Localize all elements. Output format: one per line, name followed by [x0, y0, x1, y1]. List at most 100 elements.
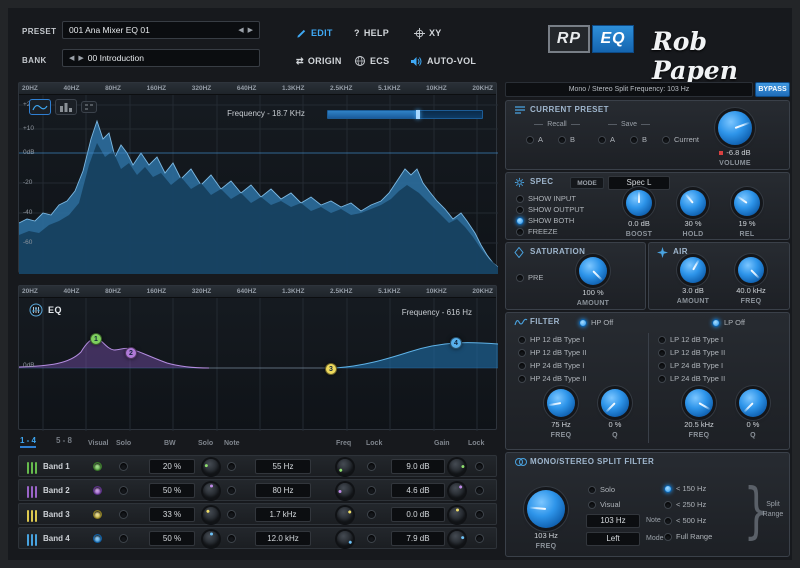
band-bw-knob[interactable] — [203, 483, 219, 499]
bank-next-button[interactable]: ▶ — [78, 54, 83, 62]
show-input-radio[interactable]: SHOW INPUT — [516, 194, 576, 203]
band-gain-lock-toggle[interactable] — [475, 486, 484, 495]
bank-selector[interactable]: ◀ ▶ 00 Introduction — [62, 49, 260, 67]
origin-button[interactable]: ⇄ ORIGIN — [296, 54, 342, 68]
split-freq-knob[interactable] — [527, 490, 565, 528]
air-amount-knob[interactable] — [680, 257, 706, 283]
lp-off-radio[interactable]: LP Off — [712, 318, 745, 327]
eq-node-4[interactable]: 4 — [450, 337, 462, 349]
band-gain-knob[interactable] — [449, 483, 465, 499]
hp-24-type1-radio[interactable]: HP 24 dB Type I — [518, 361, 584, 370]
lp-freq-knob[interactable] — [685, 389, 713, 417]
band-solo-toggle[interactable] — [119, 486, 128, 495]
eq-node-3[interactable]: 3 — [325, 363, 337, 375]
ecs-button[interactable]: ECS — [354, 54, 389, 68]
band-note-toggle[interactable] — [227, 510, 236, 519]
band-gain-lock-toggle[interactable] — [475, 510, 484, 519]
eq-node-1[interactable]: 1 — [90, 333, 102, 345]
band-freq-value[interactable]: 1.7 kHz — [255, 507, 311, 522]
band-note-toggle[interactable] — [227, 486, 236, 495]
hp-12-type2-radio[interactable]: HP 12 dB Type II — [518, 348, 586, 357]
show-output-radio[interactable]: SHOW OUTPUT — [516, 205, 584, 214]
preset-selector[interactable]: 001 Ana Mixer EQ 01 ◀ ▶ — [62, 21, 260, 39]
slider-thumb[interactable] — [415, 110, 420, 119]
analyzer-curve-mode-button[interactable] — [29, 99, 51, 115]
range-250-radio[interactable]: < 250 Hz — [664, 500, 706, 509]
band-visual-toggle[interactable] — [93, 534, 102, 543]
eq-node-2[interactable]: 2 — [125, 347, 137, 359]
pre-radio[interactable]: PRE — [516, 273, 543, 282]
hp-24-type2-radio[interactable]: HP 24 dB Type II — [518, 374, 586, 383]
band-freq-value[interactable]: 55 Hz — [255, 459, 311, 474]
band-freq-lock-toggle[interactable] — [367, 534, 376, 543]
range-500-radio[interactable]: < 500 Hz — [664, 516, 706, 525]
auto-vol-button[interactable]: AUTO-VOL — [410, 54, 476, 68]
lp-24-type2-radio[interactable]: LP 24 dB Type II — [658, 374, 725, 383]
xy-button[interactable]: XY — [414, 26, 442, 40]
band-gain-lock-toggle[interactable] — [475, 534, 484, 543]
band-freq-lock-toggle[interactable] — [367, 462, 376, 471]
band-visual-toggle[interactable] — [93, 510, 102, 519]
band-freq-value[interactable]: 80 Hz — [255, 483, 311, 498]
save-a-radio[interactable]: A — [598, 135, 615, 144]
split-note-value[interactable]: 103 Hz — [586, 514, 640, 528]
band-gain-value[interactable]: 4.6 dB — [391, 483, 445, 498]
band-gain-knob[interactable] — [449, 531, 465, 547]
range-full-radio[interactable]: Full Range — [664, 532, 712, 541]
preset-prev-button[interactable]: ◀ — [238, 26, 243, 34]
lp-12-type1-radio[interactable]: LP 12 dB Type I — [658, 335, 723, 344]
band-freq-value[interactable]: 12.0 kHz — [255, 531, 311, 546]
saturation-amount-knob[interactable] — [579, 257, 607, 285]
band-freq-knob[interactable] — [337, 483, 353, 499]
tab-bands-5-8[interactable]: 5 - 8 — [56, 436, 72, 445]
show-both-radio[interactable]: SHOW BOTH — [516, 216, 574, 225]
hp-q-knob[interactable] — [601, 389, 629, 417]
band-visual-toggle[interactable] — [93, 462, 102, 471]
split-solo-radio[interactable]: Solo — [588, 485, 615, 494]
edit-button[interactable]: EDIT — [296, 26, 333, 40]
band-bw-value[interactable]: 50 % — [149, 483, 195, 498]
band-gain-value[interactable]: 0.0 dB — [391, 507, 445, 522]
boost-knob[interactable] — [626, 190, 652, 216]
hp-freq-knob[interactable] — [547, 389, 575, 417]
analyzer-freq-slider[interactable] — [327, 110, 483, 119]
analyzer-bars-mode-button[interactable] — [55, 99, 77, 115]
hp-12-type1-radio[interactable]: HP 12 dB Type I — [518, 335, 584, 344]
hp-off-radio[interactable]: HP Off — [579, 318, 613, 327]
bank-prev-button[interactable]: ◀ — [69, 54, 74, 62]
spec-mode-dropdown[interactable]: Spec L — [608, 176, 670, 190]
band-note-toggle[interactable] — [227, 462, 236, 471]
band-freq-knob[interactable] — [337, 531, 353, 547]
band-solo-toggle[interactable] — [119, 510, 128, 519]
recall-b-radio[interactable]: B — [558, 135, 575, 144]
split-visual-radio[interactable]: Visual — [588, 500, 620, 509]
help-button[interactable]: ? HELP — [354, 26, 389, 40]
tab-bands-1-4[interactable]: 1 - 4 — [20, 436, 37, 448]
band-bw-knob[interactable] — [203, 507, 219, 523]
band-gain-value[interactable]: 7.9 dB — [391, 531, 445, 546]
recall-a-radio[interactable]: A — [526, 135, 543, 144]
save-b-radio[interactable]: B — [630, 135, 647, 144]
split-mode-dropdown[interactable]: Left — [586, 532, 640, 546]
rel-knob[interactable] — [734, 190, 760, 216]
band-gain-knob[interactable] — [449, 459, 465, 475]
band-freq-knob[interactable] — [337, 507, 353, 523]
bypass-button[interactable]: BYPASS — [755, 82, 790, 97]
band-freq-lock-toggle[interactable] — [367, 510, 376, 519]
band-freq-lock-toggle[interactable] — [367, 486, 376, 495]
band-gain-value[interactable]: 9.0 dB — [391, 459, 445, 474]
band-freq-knob[interactable] — [337, 459, 353, 475]
band-gain-knob[interactable] — [449, 507, 465, 523]
band-bw-knob[interactable] — [203, 531, 219, 547]
lp-12-type2-radio[interactable]: LP 12 dB Type II — [658, 348, 725, 357]
volume-knob[interactable] — [718, 111, 752, 145]
band-bw-knob[interactable] — [203, 459, 219, 475]
band-gain-lock-toggle[interactable] — [475, 462, 484, 471]
lp-24-type1-radio[interactable]: LP 24 dB Type I — [658, 361, 723, 370]
air-freq-knob[interactable] — [738, 257, 764, 283]
preset-next-button[interactable]: ▶ — [248, 26, 253, 34]
band-visual-toggle[interactable] — [93, 486, 102, 495]
band-solo-toggle[interactable] — [119, 462, 128, 471]
freeze-radio[interactable]: FREEZE — [516, 227, 558, 236]
band-bw-value[interactable]: 20 % — [149, 459, 195, 474]
